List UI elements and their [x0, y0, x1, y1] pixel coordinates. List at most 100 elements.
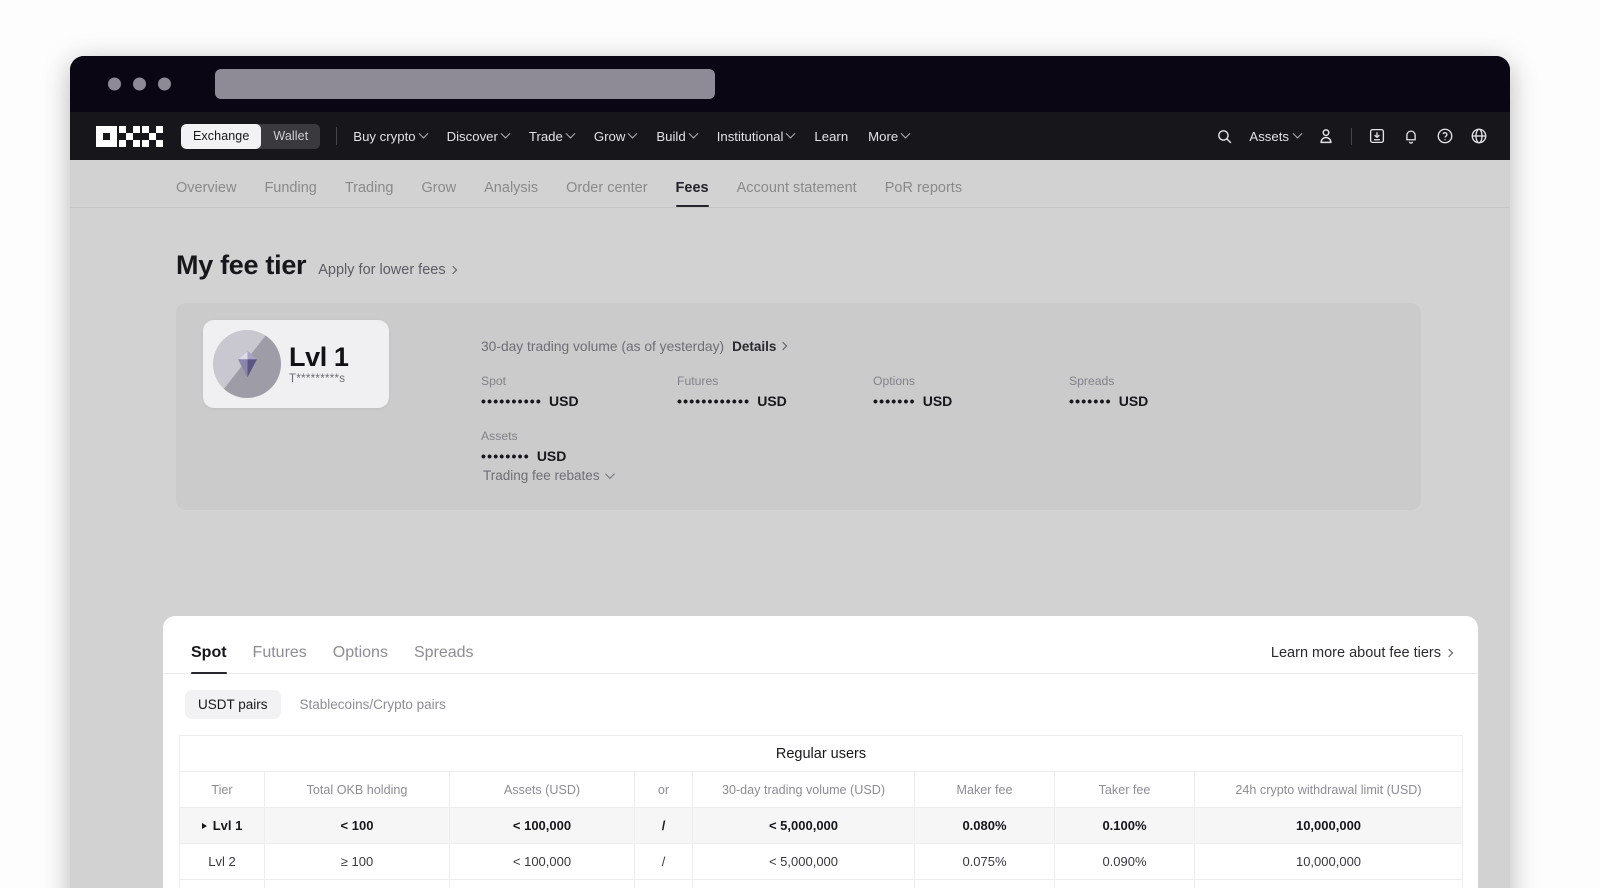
chevron-right-icon [779, 341, 788, 351]
stat-label: Futures [677, 374, 719, 388]
stat-spreads: Spreads ••••••• USD [1069, 374, 1265, 409]
address-bar[interactable] [215, 69, 715, 99]
subnav-item-account-statement[interactable]: Account statement [737, 180, 857, 207]
subnav-item-por-reports[interactable]: PoR reports [885, 180, 962, 207]
nav-label: Trade [528, 128, 563, 144]
maximize-window-button[interactable] [158, 77, 171, 91]
stat-unit: USD [1118, 393, 1149, 409]
apply-link-label: Apply for lower fees [318, 262, 446, 278]
stat-masked-value: •••••••••• [481, 393, 543, 409]
chevron-right-icon [448, 265, 457, 274]
table-row[interactable]: Lvl 1 < 100 < 100,000 / < 5,000,000 0.08… [179, 807, 1464, 844]
cell-tier: Lvl 2 [179, 843, 265, 880]
chevron-down-icon [1292, 128, 1303, 139]
nav-item-build[interactable]: Build [656, 128, 699, 144]
rebates-label: Trading fee rebates [483, 468, 600, 483]
chevron-down-icon [900, 128, 911, 139]
stat-spot: Spot •••••••••• USD [481, 374, 677, 409]
close-window-button[interactable] [108, 77, 121, 91]
col-header-30day-volume: 30-day trading volume (USD) [692, 771, 915, 808]
stat-label: Assets [481, 429, 518, 443]
notifications-bell-icon[interactable] [1402, 127, 1420, 145]
assets-label: Assets [1249, 128, 1289, 144]
stat-options: Options ••••••• USD [873, 374, 1069, 409]
cell-okb-holding: ≥ 100 [264, 843, 450, 880]
tab-spot[interactable]: Spot [191, 644, 227, 674]
tab-options[interactable]: Options [333, 644, 388, 673]
table-group-title: Regular users [179, 735, 1463, 772]
volume-stats-row: Spot •••••••••• USD Futures •••••••••••• [481, 374, 1381, 409]
col-header-maker-fee: Maker fee [914, 771, 1055, 808]
tier-card-text: Lvl 1 T*********s [289, 343, 349, 385]
pair-type-filter: USDT pairs Stablecoins/Crypto pairs [163, 674, 1478, 719]
nav-item-buy-crypto[interactable]: Buy crypto [353, 128, 429, 144]
learn-more-about-fee-tiers-link[interactable]: Learn more about fee tiers [1271, 645, 1454, 661]
tab-spreads[interactable]: Spreads [414, 644, 474, 673]
table-row[interactable]: Lvl 2 ≥ 100 < 100,000 / < 5,000,000 0.07… [179, 843, 1464, 880]
assets-menu[interactable]: Assets [1249, 128, 1303, 144]
exchange-wallet-switch[interactable]: Exchange Wallet [181, 123, 321, 149]
product-tabs: Spot Futures Options Spreads Learn more … [163, 616, 1478, 674]
stat-value-row: •••••••••• USD [481, 393, 677, 409]
nav-item-learn[interactable]: Learn [814, 129, 848, 144]
subnav-item-order-center[interactable]: Order center [566, 180, 647, 207]
cell-okb-holding: ≥ 200 [264, 879, 450, 888]
stat-label: Options [873, 374, 916, 388]
subnav-item-grow[interactable]: Grow [421, 180, 456, 207]
masked-username: T*********s [289, 372, 346, 385]
okx-logo-icon[interactable] [96, 125, 163, 147]
download-app-icon[interactable] [1368, 127, 1386, 145]
cell-maker-fee: 0.070% [914, 879, 1055, 888]
subnav-item-funding[interactable]: Funding [264, 180, 316, 207]
apply-for-lower-fees-link[interactable]: Apply for lower fees [318, 262, 457, 278]
page-title: My fee tier [176, 250, 307, 280]
search-icon[interactable] [1216, 128, 1233, 145]
cell-volume: < 5,000,000 [692, 843, 915, 880]
language-globe-icon[interactable] [1470, 127, 1488, 145]
browser-titlebar [70, 56, 1510, 112]
tier-level-card: Lvl 1 T*********s [203, 320, 389, 408]
nav-item-grow[interactable]: Grow [594, 128, 638, 144]
nav-label: Discover [446, 128, 498, 144]
nav-item-institutional[interactable]: Institutional [716, 128, 796, 144]
chevron-down-icon [604, 469, 615, 480]
subnav-item-overview[interactable]: Overview [176, 180, 236, 207]
subnav-item-trading[interactable]: Trading [345, 180, 394, 207]
volume-details-link[interactable]: Details [732, 339, 788, 354]
volume-stats-row-2: Assets •••••••• USD [481, 429, 1381, 464]
help-icon[interactable] [1436, 127, 1454, 145]
subnav-item-analysis[interactable]: Analysis [484, 180, 538, 207]
table-group-header-row: Regular users [179, 735, 1463, 772]
table-row[interactable]: Lvl 3 ≥ 200 < 100,000 / < 5,000,000 0.07… [179, 879, 1464, 888]
segment-exchange[interactable]: Exchange [181, 123, 262, 149]
okx-logo-block-x [142, 125, 163, 147]
minimize-window-button[interactable] [133, 77, 146, 91]
stat-futures: Futures •••••••••••• USD [677, 374, 873, 409]
pill-usdt-pairs[interactable]: USDT pairs [185, 690, 281, 719]
details-label: Details [732, 339, 777, 354]
stat-value-row: •••••••••••• USD [677, 393, 873, 409]
col-header-tier: Tier [179, 771, 265, 808]
user-account-icon[interactable] [1317, 127, 1335, 145]
tab-futures[interactable]: Futures [253, 644, 307, 673]
subnav-item-fees[interactable]: Fees [675, 180, 709, 207]
cell-assets: < 100,000 [449, 807, 635, 844]
chevron-down-icon [785, 128, 796, 139]
nav-label: Institutional [716, 128, 784, 144]
chevron-down-icon [500, 128, 511, 139]
nav-item-discover[interactable]: Discover [446, 128, 511, 144]
segment-wallet[interactable]: Wallet [261, 124, 320, 149]
primary-nav-links: Buy crypto Discover Trade Grow Build Ins… [353, 128, 911, 144]
pill-stablecoins-crypto-pairs[interactable]: Stablecoins/Crypto pairs [287, 690, 459, 719]
nav-item-more[interactable]: More [868, 128, 911, 144]
page-header: My fee tier Apply for lower fees [70, 208, 1510, 281]
trading-fee-rebates-toggle[interactable]: Trading fee rebates [483, 468, 615, 483]
stat-assets: Assets •••••••• USD [481, 429, 677, 464]
col-header-or: or [634, 771, 693, 808]
col-header-okb-holding: Total OKB holding [264, 771, 450, 808]
fee-tier-banner: Lvl 1 T*********s 30-day trading volume … [176, 303, 1421, 510]
cell-maker-fee: 0.080% [914, 807, 1055, 844]
cell-or: / [634, 807, 693, 844]
cell-or: / [634, 879, 693, 888]
nav-item-trade[interactable]: Trade [528, 128, 576, 144]
